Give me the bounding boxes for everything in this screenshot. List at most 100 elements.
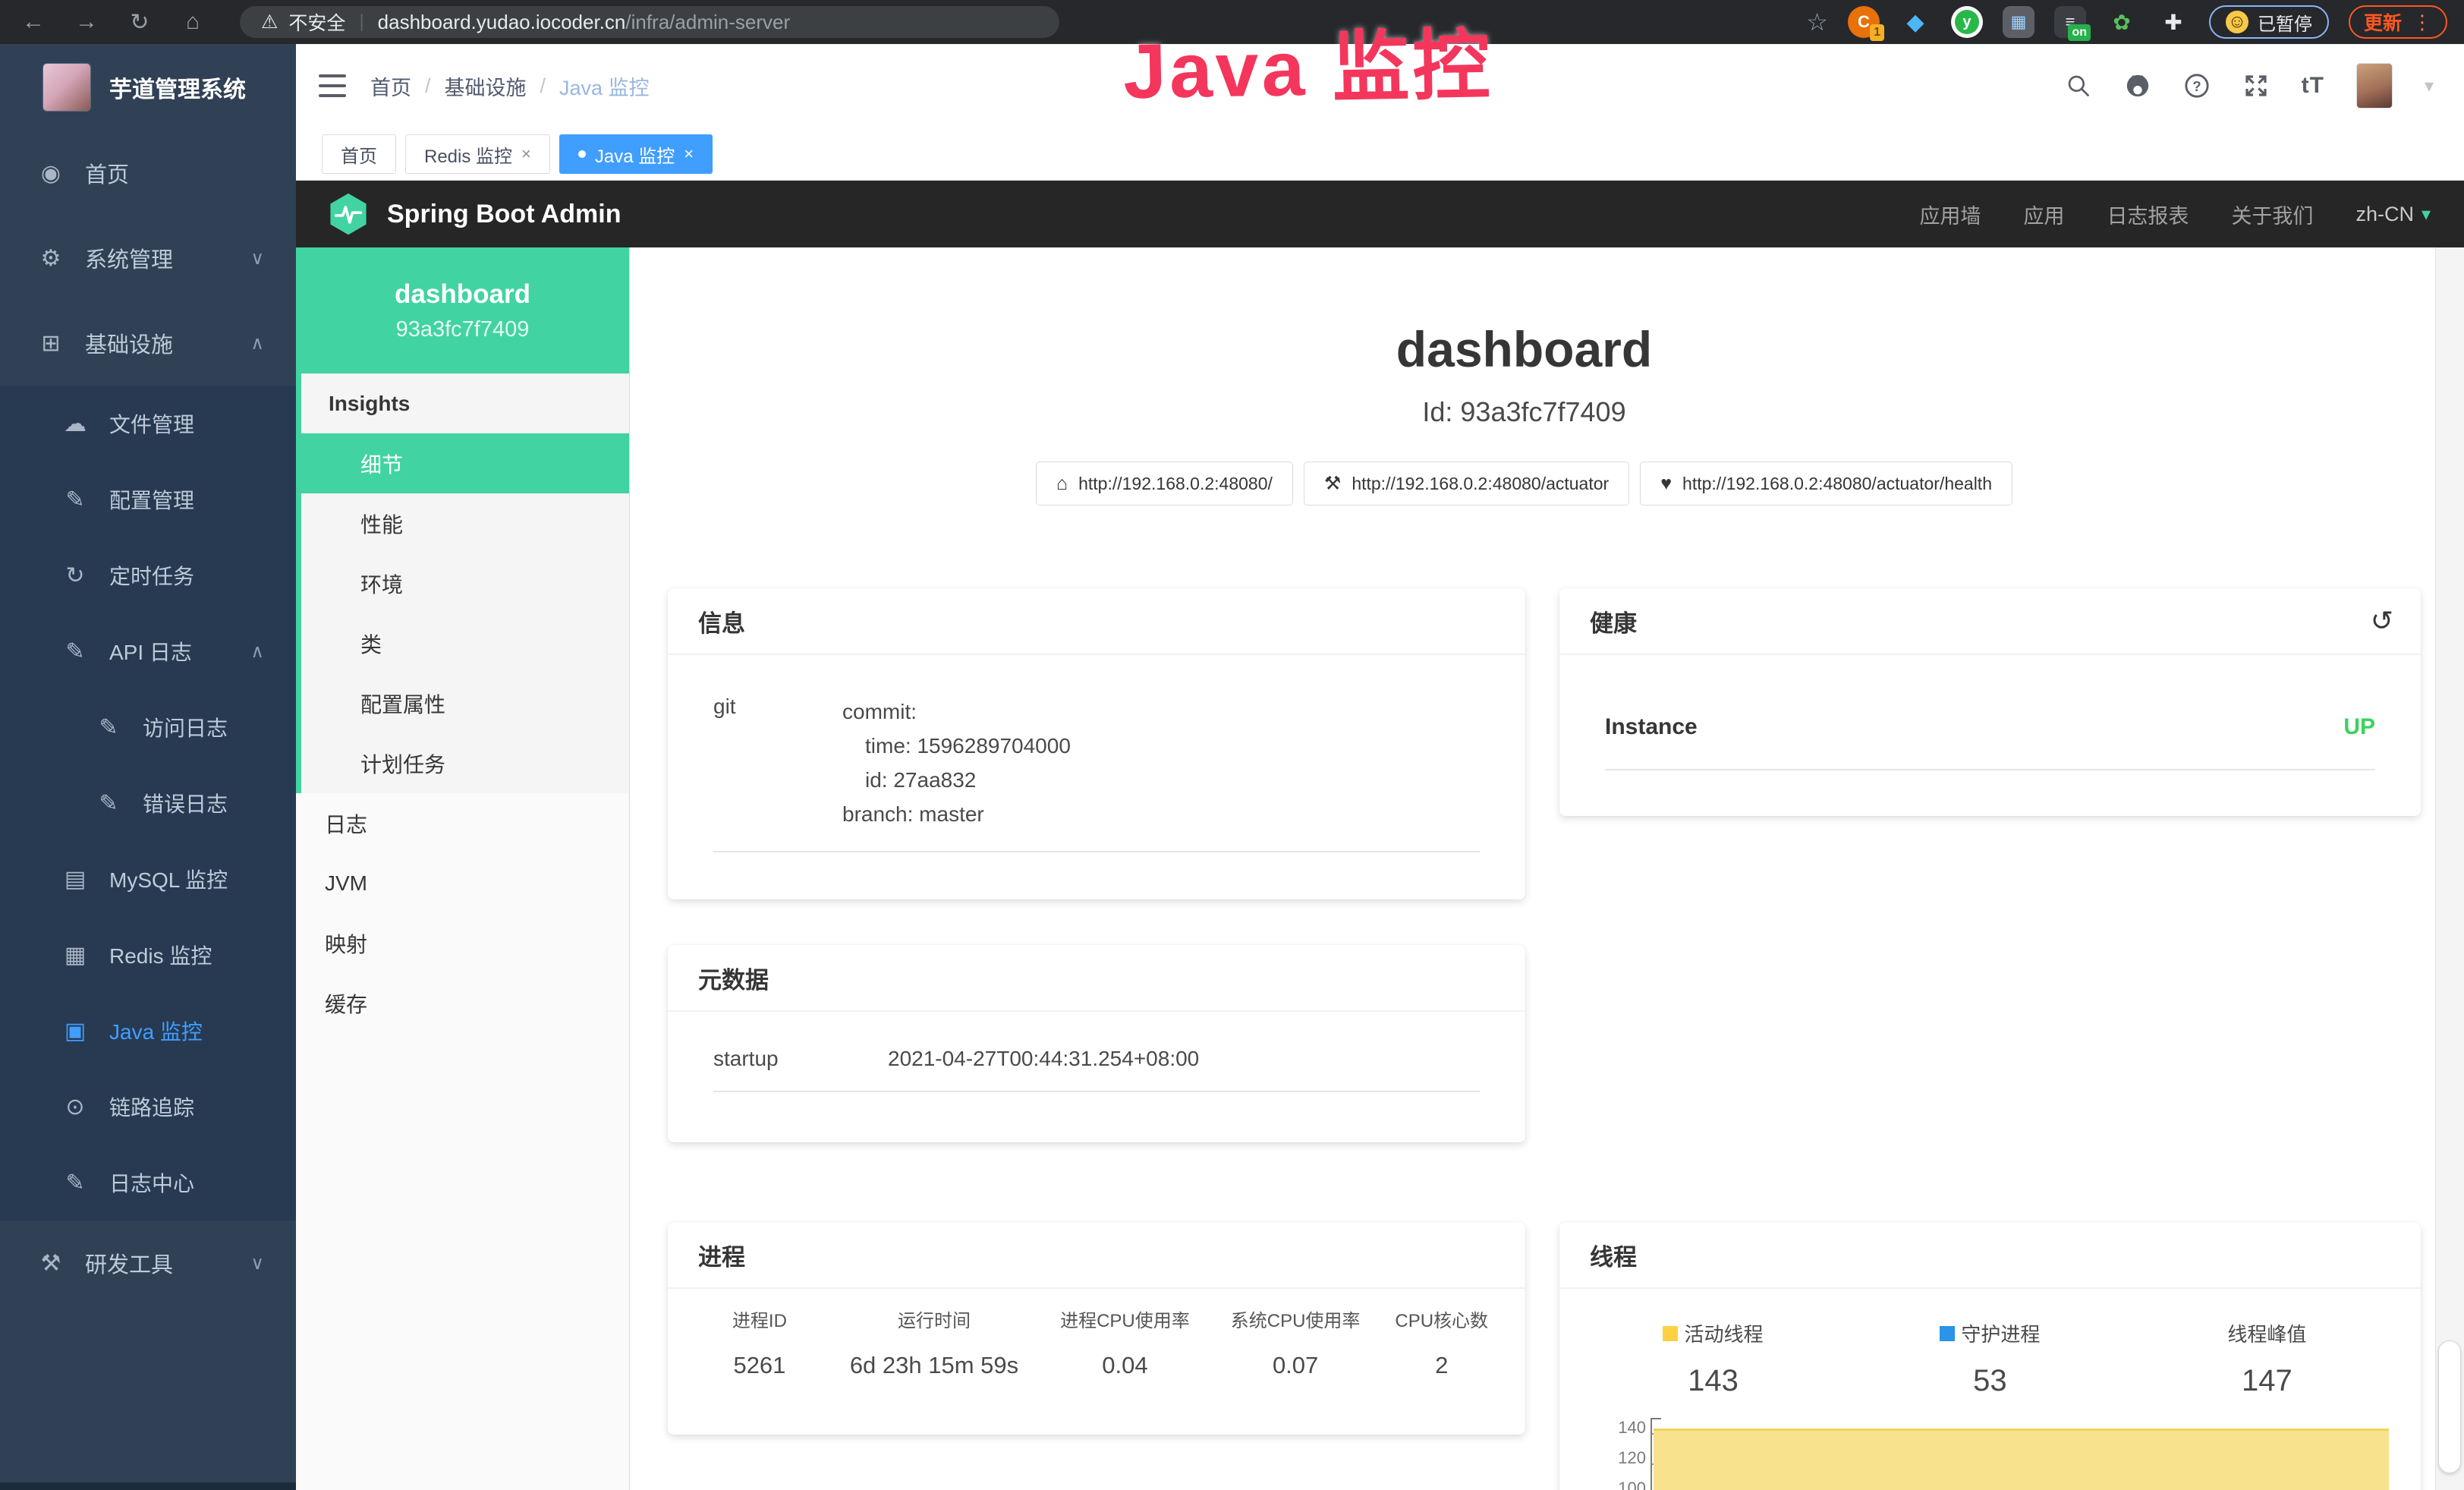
history-icon[interactable]: ↺ (2371, 605, 2393, 637)
insights-group: Insights 细节 性能 环境 类 配置属性 计划任务 (296, 373, 629, 793)
health-card: 健康 ↺ Instance UP (1559, 588, 2421, 816)
sidebar-item-system[interactable]: ⚙ 系统管理 ∨ (0, 216, 296, 301)
wrench-icon: ⚒ (1324, 472, 1341, 495)
sba-item-logs[interactable]: 日志 (296, 793, 629, 853)
url-host: dashboard.yudao.iocoder.cn (378, 11, 626, 33)
sidebar-item-scheduled-tasks[interactable]: ↻ 定时任务 (0, 537, 296, 613)
error-log-icon: ✎ (94, 790, 123, 817)
timer-icon: ↻ (61, 562, 90, 589)
user-avatar[interactable] (2356, 63, 2393, 109)
sba-item-mappings[interactable]: 映射 (296, 913, 629, 973)
instance-id: 93a3fc7f7409 (396, 317, 530, 342)
close-icon[interactable]: × (684, 144, 694, 164)
actuator-url-button[interactable]: ⚒ http://192.168.0.2:48080/actuator (1304, 461, 1629, 506)
scrollbar-track[interactable] (2435, 247, 2464, 1490)
page-title: dashboard (630, 320, 2418, 378)
row-divider (1605, 769, 2375, 770)
address-bar[interactable]: ⚠ 不安全 | dashboard.yudao.iocoder.cn/infra… (240, 6, 1059, 38)
text-size-icon[interactable]: tT (2302, 73, 2324, 99)
sidebar-item-mysql-monitor[interactable]: ▤ MySQL 监控 (0, 841, 296, 917)
home-icon[interactable]: ⌂ (176, 5, 209, 39)
extensions-puzzle-icon[interactable]: ✚ (2157, 6, 2189, 38)
sba-nav-journal[interactable]: 日志报表 (2107, 200, 2189, 229)
close-icon[interactable]: × (521, 144, 531, 164)
sidebar-item-file-mgmt[interactable]: ☁ 文件管理 (0, 386, 296, 461)
java-monitor-icon: ▣ (61, 1018, 90, 1044)
sidebar-item-config-mgmt[interactable]: ✎ 配置管理 (0, 461, 296, 537)
sba-item-scheduled[interactable]: 计划任务 (301, 733, 629, 793)
breadcrumb-current: Java 监控 (559, 71, 650, 101)
live-threads-value: 143 (1688, 1364, 1739, 1398)
browser-menu-icon[interactable]: ⋮ (2412, 11, 2432, 34)
github-icon[interactable] (2124, 72, 2151, 99)
threads-legend: 活动线程 143 守护进程 53 线程峰值 147 (1559, 1289, 2421, 1398)
hamburger-icon[interactable] (319, 74, 346, 97)
sba-nav-wallboard[interactable]: 应用墙 (1919, 200, 1981, 229)
extension-green-icon[interactable]: y (1951, 6, 1983, 38)
chevron-up-icon: ∧ (250, 332, 264, 354)
sidebar-item-error-logs[interactable]: ✎ 错误日志 (0, 765, 296, 841)
health-url-button[interactable]: ♥ http://192.168.0.2:48080/actuator/heal… (1640, 461, 2012, 506)
sidebar-item-api-logs[interactable]: ✎ API 日志 ∧ (0, 613, 296, 689)
service-url-button[interactable]: ⌂ http://192.168.0.2:48080/ (1036, 461, 1293, 506)
sba-logo-icon (326, 192, 370, 236)
chart-y-axis: 140 120 100 (1585, 1418, 1651, 1490)
sidebar-item-infra[interactable]: ⊞ 基础设施 ∧ (0, 301, 296, 386)
threads-card-title: 线程 (1590, 1238, 1637, 1272)
tab-home[interactable]: 首页 (322, 134, 396, 174)
update-browser-button[interactable]: 更新 ⋮ (2349, 5, 2447, 39)
status-badge: UP (2343, 714, 2375, 740)
brand-logo-area[interactable]: 芋道管理系统 (0, 44, 296, 131)
sba-item-environment[interactable]: 环境 (301, 553, 629, 613)
extension-leaf-icon[interactable]: ✿ (2106, 6, 2138, 38)
tab-java-monitor[interactable]: Java 监控 × (559, 134, 713, 174)
breadcrumb-home[interactable]: 首页 (370, 71, 411, 101)
profile-paused-chip[interactable]: ☺ 已暂停 (2209, 5, 2329, 39)
sba-item-details[interactable]: 细节 (301, 433, 629, 493)
sidebar-item-tracing[interactable]: ⊙ 链路追踪 (0, 1069, 296, 1145)
sidebar-item-redis-monitor[interactable]: ▦ Redis 监控 (0, 917, 296, 993)
sidebar-item-java-monitor[interactable]: ▣ Java 监控 (0, 993, 296, 1069)
legend-swatch-live (1663, 1326, 1678, 1341)
sba-title: Spring Boot Admin (387, 200, 621, 229)
extension-colorzilla-icon[interactable]: C1 (1848, 6, 1880, 38)
forward-icon[interactable]: → (70, 5, 103, 39)
bookmark-star-icon[interactable]: ☆ (1806, 8, 1828, 36)
extension-switch-icon[interactable]: ≡on (2054, 6, 2086, 38)
help-icon[interactable]: ? (2183, 72, 2211, 99)
access-log-icon: ✎ (94, 714, 123, 741)
threads-card: 线程 活动线程 143 守护进程 53 线程峰值 147 (1559, 1222, 2421, 1490)
sba-nav-applications[interactable]: 应用 (2023, 200, 2064, 229)
extension-pin-icon[interactable]: ◆ (1899, 6, 1931, 38)
active-tab-dot (578, 150, 586, 158)
reload-icon[interactable]: ↻ (123, 5, 156, 39)
sba-item-caches[interactable]: 缓存 (296, 973, 629, 1033)
chevron-down-icon: ▾ (2422, 203, 2431, 225)
sidebar-item-log-center[interactable]: ✎ 日志中心 (0, 1145, 296, 1221)
security-label[interactable]: 不安全 (288, 8, 345, 36)
sidebar-item-access-logs[interactable]: ✎ 访问日志 (0, 689, 296, 765)
breadcrumb-infra[interactable]: 基础设施 (445, 71, 527, 101)
fullscreen-icon[interactable] (2242, 72, 2270, 99)
health-instance-row: Instance UP (1559, 655, 2421, 740)
tab-redis-monitor[interactable]: Redis 监控 × (405, 134, 550, 174)
sba-content: dashboard Id: 93a3fc7f7409 ⌂ http://192.… (630, 247, 2464, 1490)
extension-on-badge: on (2068, 24, 2091, 41)
avatar-caret-icon[interactable]: ▾ (2425, 75, 2434, 97)
scrollbar-thumb[interactable] (2438, 1340, 2461, 1473)
metadata-card: 元数据 startup 2021-04-27T00:44:31.254+08:0… (668, 945, 1525, 1142)
sidebar-item-home[interactable]: ◉ 首页 (0, 131, 296, 216)
sba-item-classes[interactable]: 类 (301, 613, 629, 673)
sidebar-item-dev-tools[interactable]: ⚒ 研发工具 ∨ (0, 1221, 296, 1306)
sba-nav-about[interactable]: 关于我们 (2231, 200, 2313, 229)
language-selector[interactable]: zh-CN ▾ (2355, 203, 2431, 226)
back-icon[interactable]: ← (17, 5, 50, 39)
infra-submenu: ☁ 文件管理 ✎ 配置管理 ↻ 定时任务 ✎ API 日志 ∧ ✎ 访问日志 ✎ (0, 386, 296, 1221)
sba-item-jvm[interactable]: JVM (296, 853, 629, 913)
sba-item-config-props[interactable]: 配置属性 (301, 673, 629, 733)
sba-item-metrics[interactable]: 性能 (301, 493, 629, 553)
extension-grid-icon[interactable]: ▦ (2003, 6, 2034, 38)
sba-section-insights: Insights (301, 373, 629, 433)
address-divider: | (359, 11, 363, 33)
search-icon[interactable] (2065, 72, 2092, 99)
